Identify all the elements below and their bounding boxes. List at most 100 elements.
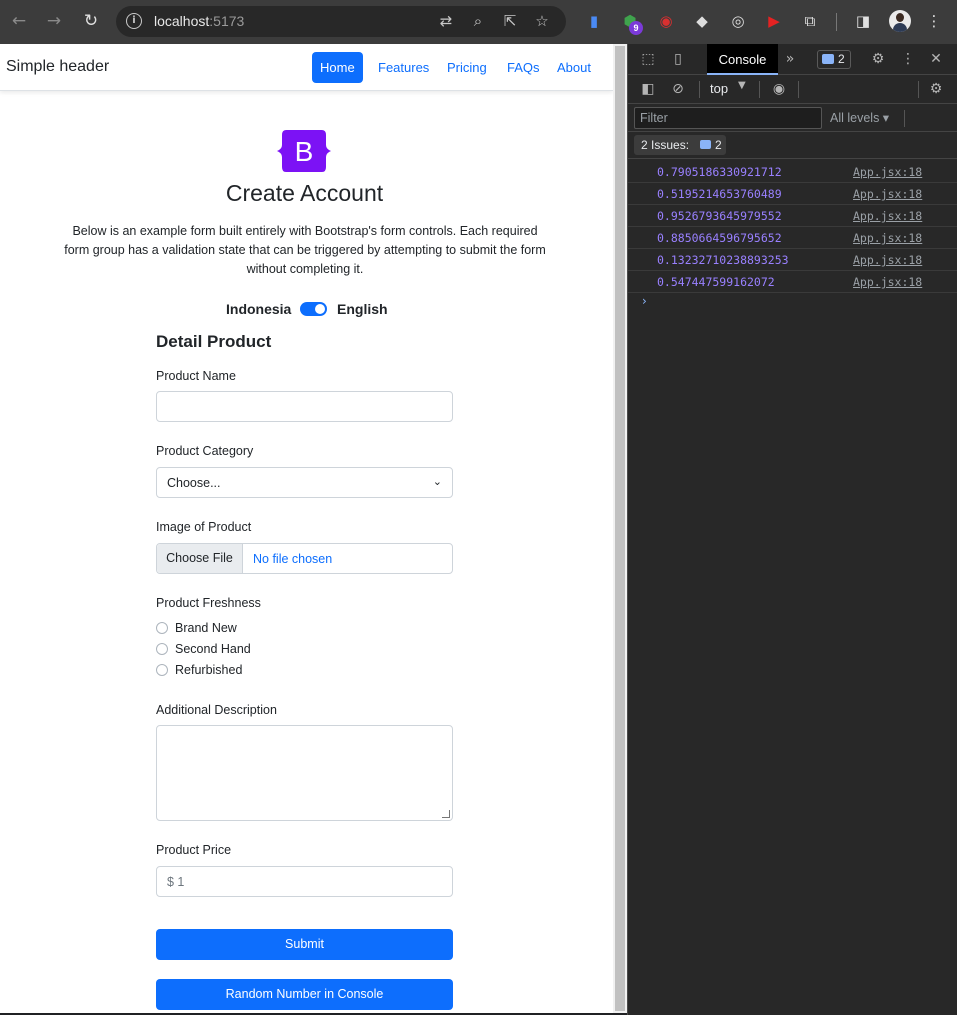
radio-label-second-hand: Second Hand xyxy=(175,642,251,656)
nav-features[interactable]: Features xyxy=(370,52,437,83)
reload-icon[interactable]: ↻ xyxy=(80,10,102,32)
issues-pill[interactable]: 2 Issues: 2 xyxy=(634,135,726,155)
menu-icon[interactable]: ⋮ xyxy=(923,10,945,32)
product-category-select[interactable]: Choose... ⌄ xyxy=(156,467,453,498)
eye-off-extension-icon[interactable]: ◉ xyxy=(655,10,677,32)
context-selector[interactable]: top xyxy=(710,81,728,96)
radio-second-hand[interactable] xyxy=(156,643,168,655)
log-value: 0.7905186330921712 xyxy=(657,165,782,179)
caret-down-icon: ▼ xyxy=(738,80,746,91)
log-value: 0.5195214653760489 xyxy=(657,187,782,201)
clear-console-icon[interactable]: ⊘ xyxy=(668,79,688,99)
forward-icon[interactable]: → xyxy=(43,10,65,32)
console-prompt-icon[interactable]: › xyxy=(642,294,647,308)
site-header: Simple header Home Features Pricing FAQs… xyxy=(0,44,613,91)
category-selected-value: Choose... xyxy=(167,476,221,490)
language-right-label: English xyxy=(337,301,388,317)
docs-extension-icon[interactable]: ▮ xyxy=(583,10,605,32)
radio-label-refurbished: Refurbished xyxy=(175,663,243,677)
freshness-label: Product Freshness xyxy=(156,596,261,610)
nav-about[interactable]: About xyxy=(549,52,599,83)
youtube-extension-icon[interactable]: ▶ xyxy=(763,10,785,32)
zoom-icon[interactable]: ⌕ xyxy=(468,11,488,31)
filter-bar: Filter All levels ▾ xyxy=(628,104,957,132)
language-left-label: Indonesia xyxy=(226,301,292,317)
filter-input[interactable]: Filter xyxy=(634,107,822,129)
log-value: 0.13232710238893253 xyxy=(657,253,789,267)
log-source-link[interactable]: App.jsx:18 xyxy=(853,165,922,179)
ninja-extension-icon[interactable]: ◆ xyxy=(691,10,713,32)
price-value: $ 1 xyxy=(167,875,185,889)
submit-button[interactable]: Submit xyxy=(156,929,453,960)
console-log-row: 0.7905186330921712 App.jsx:18 xyxy=(628,161,957,183)
random-number-button[interactable]: Random Number in Console xyxy=(156,979,453,1010)
side-panel-icon[interactable]: ◨ xyxy=(852,10,874,32)
issues-bar: 2 Issues: 2 xyxy=(628,132,957,159)
back-icon[interactable]: ← xyxy=(8,10,30,32)
sidebar-toggle-icon[interactable]: ◧ xyxy=(638,79,658,99)
logo-letter: B xyxy=(295,136,314,167)
device-toolbar-icon[interactable]: ▯ xyxy=(668,49,688,69)
console-log-row: 0.8850664596795652 App.jsx:18 xyxy=(628,227,957,249)
inspect-element-icon[interactable]: ⬚ xyxy=(638,49,658,69)
log-levels-dropdown[interactable]: All levels ▾ xyxy=(830,110,889,125)
close-icon[interactable]: ✕ xyxy=(926,49,946,69)
log-source-link[interactable]: App.jsx:18 xyxy=(853,253,922,267)
live-expression-eye-icon[interactable]: ◉ xyxy=(769,79,789,99)
log-source-link[interactable]: App.jsx:18 xyxy=(853,231,922,245)
kebab-menu-icon[interactable]: ⋮ xyxy=(898,49,918,69)
devtools-panel: ⬚ ▯ Console » 2 ⚙ ⋮ ✕ ◧ ⊘ top ▼ ◉ ⚙ Filt… xyxy=(627,44,957,1015)
profile-avatar[interactable] xyxy=(889,10,911,32)
log-value: 0.547447599162072 xyxy=(657,275,775,289)
description-textarea[interactable] xyxy=(156,725,453,821)
choose-file-button[interactable]: Choose File xyxy=(157,544,243,573)
product-name-input[interactable] xyxy=(156,391,453,422)
page-title: Create Account xyxy=(225,180,384,206)
log-source-link[interactable]: App.jsx:18 xyxy=(853,275,922,289)
console-log-row: 0.547447599162072 App.jsx:18 xyxy=(628,271,957,293)
radio-refurbished[interactable] xyxy=(156,664,168,676)
issues-message-icon xyxy=(700,140,711,149)
devtools-tabbar: ⬚ ▯ Console » 2 ⚙ ⋮ ✕ xyxy=(628,44,957,75)
extensions-icon[interactable]: ⧉ xyxy=(799,10,821,32)
nav-faqs[interactable]: FAQs xyxy=(499,52,548,83)
address-bar[interactable]: i localhost:5173 ⇄ ⌕ ⇱ ☆ xyxy=(116,6,566,37)
log-value: 0.9526793645979552 xyxy=(657,209,782,223)
resize-grip-icon[interactable] xyxy=(442,810,450,818)
address-url[interactable]: localhost:5173 xyxy=(154,13,244,29)
product-name-label: Product Name xyxy=(156,369,236,383)
nav-home[interactable]: Home xyxy=(312,52,363,83)
toolbar-divider xyxy=(836,13,837,31)
console-log-row: 0.9526793645979552 App.jsx:18 xyxy=(628,205,957,227)
product-category-label: Product Category xyxy=(156,444,254,458)
share-icon[interactable]: ⇱ xyxy=(500,11,520,31)
bootstrap-logo: B xyxy=(277,130,331,172)
console-log-row: 0.13232710238893253 App.jsx:18 xyxy=(628,249,957,271)
console-settings-icon[interactable]: ⚙ xyxy=(926,79,946,99)
page-scrollbar[interactable] xyxy=(613,44,627,1013)
log-source-link[interactable]: App.jsx:18 xyxy=(853,209,922,223)
form-section-title: Detail Product xyxy=(156,332,272,351)
lead-paragraph: Below is an example form built entirely … xyxy=(64,224,546,276)
target-extension-icon[interactable]: ◎ xyxy=(727,10,749,32)
more-tabs-icon[interactable]: » xyxy=(780,49,800,69)
radio-brand-new[interactable] xyxy=(156,622,168,634)
image-file-input[interactable]: Choose File No file chosen xyxy=(156,543,453,574)
tab-console[interactable]: Console xyxy=(707,44,778,75)
issues-counter[interactable]: 2 xyxy=(817,50,851,69)
log-value: 0.8850664596795652 xyxy=(657,231,782,245)
console-log-row: 0.5195214653760489 App.jsx:18 xyxy=(628,183,957,205)
price-input[interactable]: $ 1 xyxy=(156,866,453,897)
settings-icon[interactable]: ⚙ xyxy=(868,49,888,69)
radio-label-brand-new: Brand New xyxy=(175,621,237,635)
nav-pricing[interactable]: Pricing xyxy=(439,52,495,83)
extension-badge: 9 xyxy=(629,21,643,35)
language-switch[interactable] xyxy=(300,302,327,316)
brand-text[interactable]: Simple header xyxy=(6,58,109,76)
log-source-link[interactable]: App.jsx:18 xyxy=(853,187,922,201)
translate-icon[interactable]: ⇄ xyxy=(436,11,456,31)
bookmark-star-icon[interactable]: ☆ xyxy=(532,11,552,31)
site-info-icon[interactable]: i xyxy=(126,13,142,29)
page-viewport: Simple header Home Features Pricing FAQs… xyxy=(0,44,613,1013)
price-label: Product Price xyxy=(156,843,232,857)
